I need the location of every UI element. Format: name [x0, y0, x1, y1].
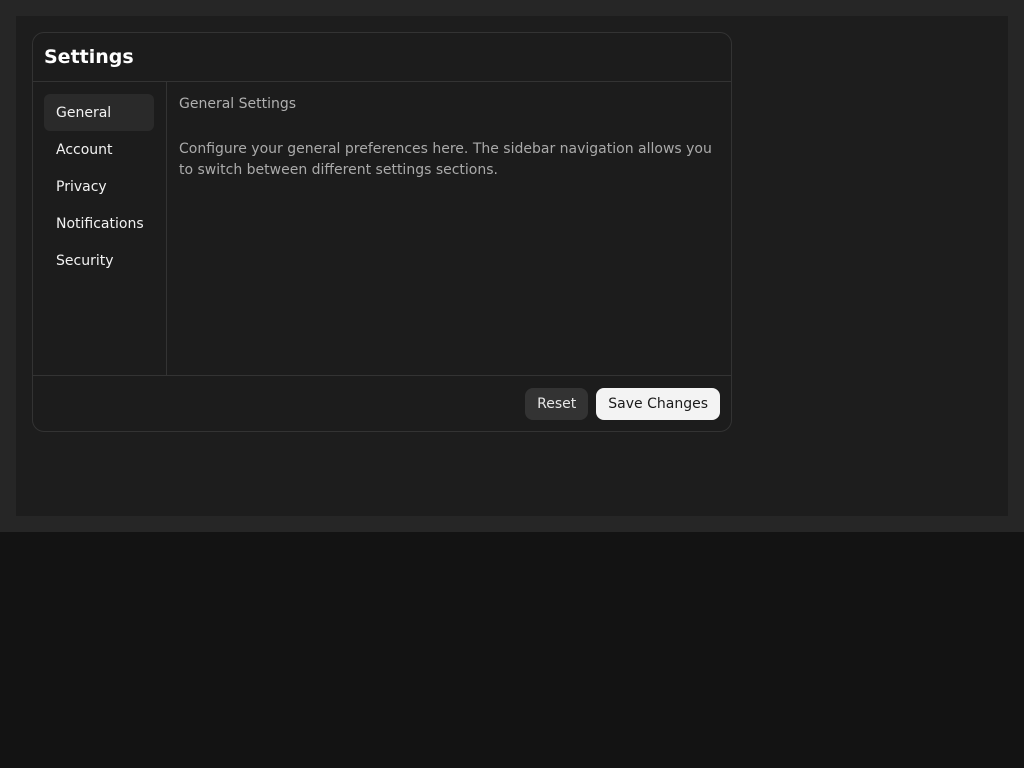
sidebar-item-privacy[interactable]: Privacy	[44, 168, 154, 205]
sidebar-item-notifications[interactable]: Notifications	[44, 205, 154, 242]
save-changes-button[interactable]: Save Changes	[596, 387, 720, 420]
dialog-body: General Account Privacy Notifications Se…	[33, 82, 731, 376]
settings-dialog: Settings General Account Privacy Notific…	[32, 32, 732, 432]
dialog-header: Settings	[33, 33, 731, 82]
settings-sidebar: General Account Privacy Notifications Se…	[33, 82, 167, 375]
sidebar-item-account[interactable]: Account	[44, 131, 154, 168]
section-title: General Settings	[179, 96, 297, 112]
sidebar-item-general[interactable]: General	[44, 94, 154, 131]
dialog-footer: Reset Save Changes	[33, 376, 731, 431]
dialog-title: Settings	[44, 45, 134, 68]
sidebar-item-security[interactable]: Security	[44, 242, 154, 279]
reset-button[interactable]: Reset	[525, 387, 589, 420]
app-canvas: Settings General Account Privacy Notific…	[16, 16, 1008, 516]
app-frame: Settings General Account Privacy Notific…	[0, 0, 1024, 532]
settings-content: General Settings Configure your general …	[167, 82, 731, 375]
section-description: Configure your general preferences here.…	[179, 141, 712, 178]
